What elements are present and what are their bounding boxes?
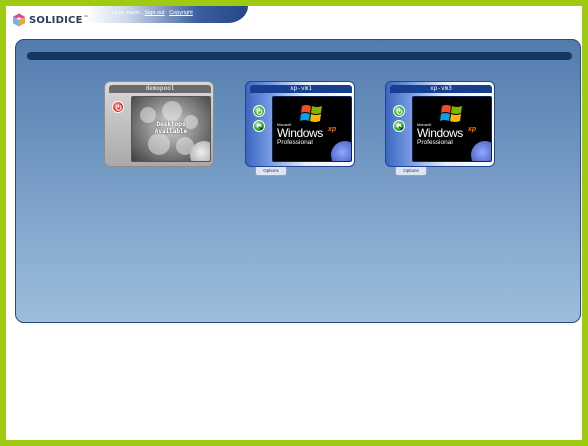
screen-line-1: Desktops (156, 121, 186, 128)
power-icon (114, 104, 122, 111)
power-button[interactable] (393, 105, 405, 117)
professional-text: Professional (277, 139, 313, 146)
tile-title: xp-vm1 (250, 85, 352, 93)
connect-button[interactable] (393, 120, 405, 132)
screen-line-2: Available (154, 128, 188, 135)
connect-button[interactable] (253, 120, 265, 132)
swoosh-decoration (190, 141, 210, 161)
xp-text: xp (468, 126, 477, 133)
tile-title: demopool (109, 85, 211, 93)
tile-title: xp-vm3 (390, 85, 492, 93)
tile-card: xp-vm1 Microsoft Windows xp Professional (245, 81, 355, 167)
vm-screen[interactable]: Microsoft Windows xp Professional (272, 96, 352, 162)
pool-screen[interactable]: Desktops Available (131, 96, 211, 162)
user-label: User: navin (112, 10, 140, 16)
xp-text: xp (328, 126, 337, 133)
user-info: User: navin , Sign out Copyright (112, 10, 193, 16)
windows-flag-icon (440, 105, 462, 122)
power-button[interactable] (253, 105, 265, 117)
windows-text: Windows (277, 126, 323, 140)
swoosh-decoration (471, 141, 491, 161)
solidice-logo[interactable]: SOLIDICE™ (12, 12, 89, 28)
options-tab[interactable]: Options (395, 167, 427, 176)
page-frame: SOLIDICE™ User: navin , Sign out Copyrig… (6, 6, 582, 440)
vm-tile-xp-vm1[interactable]: xp-vm1 Microsoft Windows xp Professional… (245, 81, 355, 176)
power-icon (395, 108, 403, 115)
desktops-available-text: Desktops Available (132, 121, 210, 135)
copyright-link[interactable]: Copyright (169, 10, 193, 16)
cube-logo-icon (13, 13, 25, 27)
screen-blob (162, 101, 182, 121)
power-button[interactable] (112, 101, 124, 113)
sign-out-link[interactable]: Sign out (144, 10, 164, 16)
tile-card: xp-vm3 Microsoft Windows xp Professional (385, 81, 495, 167)
desktops-panel: demopool Desktops Available xp-vm1 Micro… (15, 39, 581, 323)
tile-card: demopool Desktops Available (104, 81, 214, 167)
screen-blob (148, 133, 170, 155)
logo-text: SOLIDICE™ (29, 15, 89, 26)
vm-tile-xp-vm3[interactable]: xp-vm3 Microsoft Windows xp Professional… (385, 81, 495, 176)
logo-trademark: ™ (83, 14, 89, 21)
header: SOLIDICE™ User: navin , Sign out Copyrig… (6, 6, 582, 36)
connect-icon (256, 123, 263, 130)
swoosh-decoration (331, 141, 351, 161)
connect-icon (396, 123, 403, 130)
professional-text: Professional (417, 139, 453, 146)
power-icon (255, 108, 263, 115)
windows-flag-icon (300, 105, 322, 122)
pool-tile-demopool[interactable]: demopool Desktops Available (104, 81, 214, 169)
panel-title-bar (27, 52, 572, 60)
vm-screen[interactable]: Microsoft Windows xp Professional (412, 96, 492, 162)
logo-ice: ICE (64, 14, 83, 26)
options-tab[interactable]: Options (255, 167, 287, 176)
windows-text: Windows (417, 126, 463, 140)
logo-solid: SOLID (29, 14, 65, 26)
